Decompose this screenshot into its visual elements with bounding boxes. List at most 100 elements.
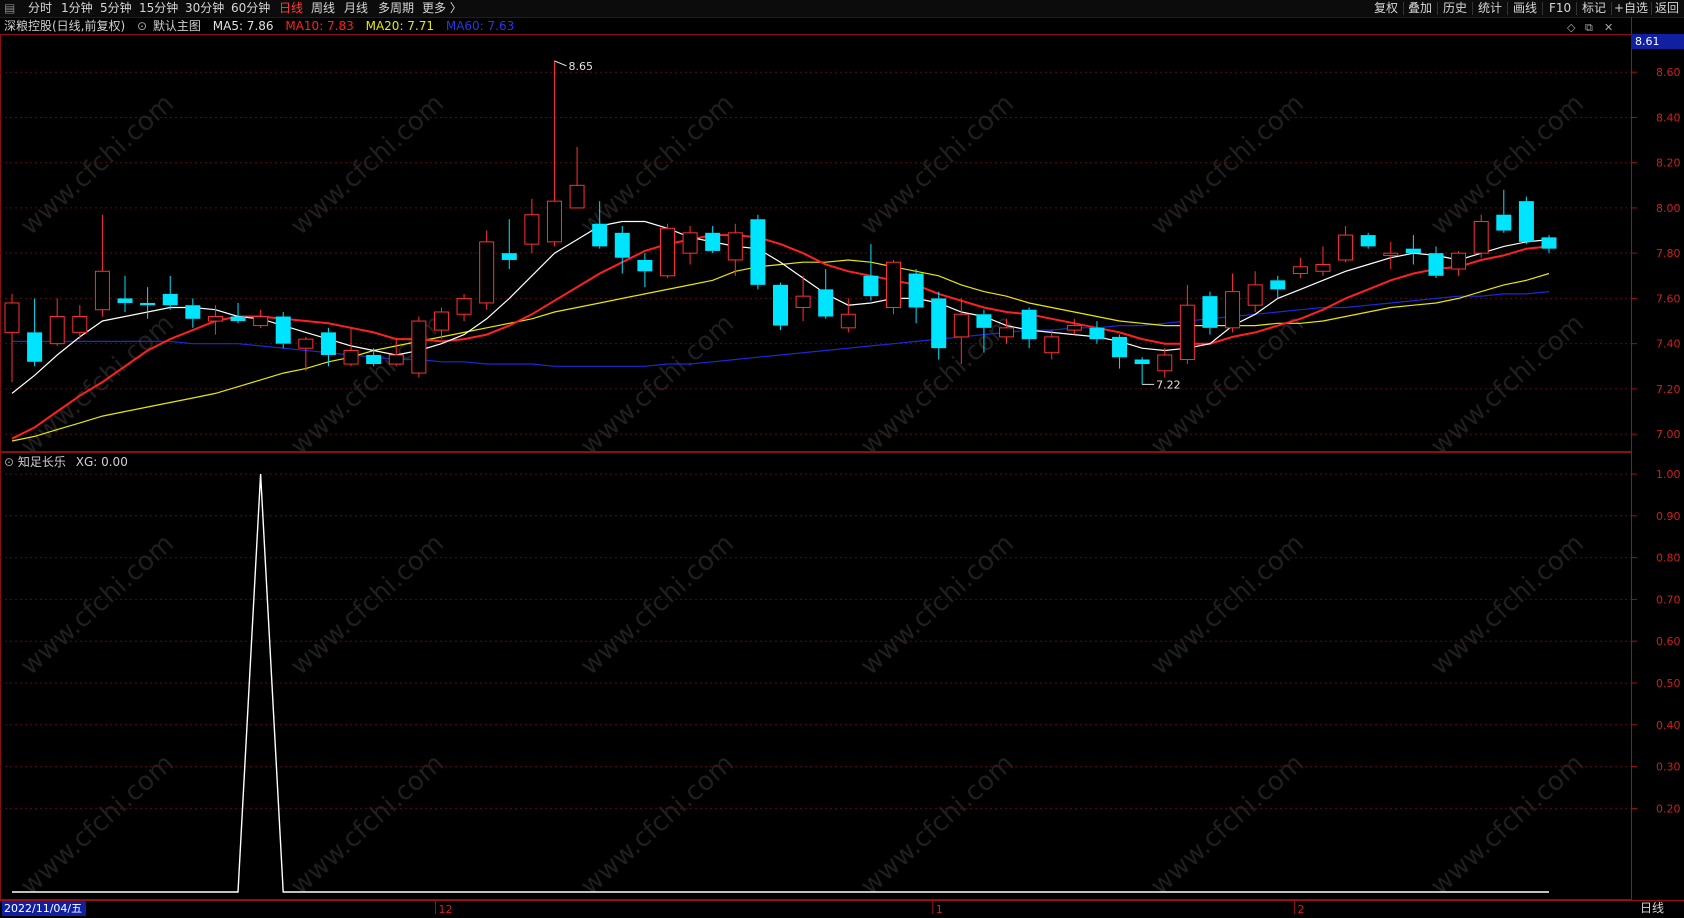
candle (1405, 235, 1421, 265)
close-icon[interactable]: ✕ (1604, 21, 1613, 34)
candle-body-up (1315, 263, 1331, 272)
candle (614, 226, 630, 274)
candle-body-up (546, 200, 562, 243)
candle-body-up (456, 297, 472, 315)
candle-body-down (931, 298, 947, 349)
candle-body-down (1202, 296, 1218, 328)
main-tick-label: 8.60 (1656, 66, 1681, 79)
candle (1044, 330, 1060, 360)
candle (1428, 246, 1444, 279)
candle-body-up (795, 295, 811, 308)
candle-body-down (1496, 214, 1512, 231)
candle (1518, 196, 1534, 245)
candle-body-up (1451, 252, 1467, 270)
candle-body-up (1044, 336, 1060, 354)
candle (1179, 284, 1195, 365)
candle (162, 275, 178, 310)
candle-body-down (614, 232, 630, 258)
candle (1089, 321, 1105, 344)
candle-body-up (1179, 304, 1195, 361)
candle (773, 282, 788, 331)
candle-body-down (1134, 359, 1150, 365)
candle (1541, 235, 1557, 254)
sub-tick-label: 1.00 (1656, 468, 1681, 481)
main-tick-label: 7.80 (1656, 247, 1681, 260)
main-tick-label: 7.00 (1656, 428, 1681, 441)
candle-body-down (1360, 235, 1376, 247)
candle-body-down (366, 354, 382, 365)
candle-body-up (411, 320, 427, 374)
candle-body-down (162, 293, 178, 306)
candle (637, 253, 653, 288)
candle-body-down (140, 302, 156, 306)
candle-body-up (1338, 234, 1354, 261)
candle-body-down (750, 219, 766, 285)
candle (682, 226, 698, 265)
collapse-icon[interactable]: ◇ (1567, 21, 1576, 34)
candle-body-up (72, 316, 88, 333)
sub-tick-label: 0.20 (1656, 802, 1681, 815)
candle-body-down (637, 259, 653, 272)
main-grid: 7.00 7.20 7.40 7.60 7.80 8.00 8.20 8.40 8.60 (0, 66, 1681, 441)
candle-body-up (659, 227, 675, 277)
candle (659, 223, 675, 279)
candle (366, 348, 382, 367)
candle-body-down (185, 305, 201, 319)
candle (1021, 307, 1037, 349)
cursor-date-tag: 2022/11/04/五 (2, 901, 86, 916)
candle-body-down (501, 253, 517, 260)
candle-body-up (94, 270, 110, 311)
candle (1338, 226, 1354, 263)
candle-body-up (999, 327, 1015, 338)
sub-tick-label: 0.50 (1656, 677, 1681, 690)
candle (569, 146, 585, 209)
candle-body-up (1383, 252, 1399, 256)
candle (953, 298, 969, 365)
main-tick-label: 8.40 (1656, 111, 1681, 124)
candle (863, 244, 879, 301)
candle-body-up (569, 184, 585, 209)
candle-body-down (976, 314, 992, 328)
annotations: 8.65 7.22 (554, 60, 1181, 391)
candle-body-up (886, 261, 902, 308)
candle-body-down (1021, 309, 1037, 340)
window-icon[interactable]: ⧉ (1585, 21, 1593, 34)
candle (1157, 348, 1173, 378)
candle (501, 219, 517, 270)
candle (931, 291, 947, 360)
candle (433, 307, 449, 340)
x-tick-label: 1 (936, 903, 943, 916)
stock-chart-canvas[interactable]: 7.00 7.20 7.40 7.60 7.80 8.00 8.20 8.40 8.60 0.2… (0, 0, 1684, 918)
sub-chart-frame (0, 452, 1632, 900)
sub-tick-label: 0.80 (1656, 552, 1681, 565)
main-tick-label: 7.40 (1656, 338, 1681, 351)
sub-tick-label: 0.60 (1656, 635, 1681, 648)
candle (411, 316, 427, 378)
candle (185, 298, 201, 328)
sub-tick-label: 0.30 (1656, 761, 1681, 774)
high-marker-line (554, 60, 567, 67)
candle (840, 298, 856, 333)
candle (886, 259, 902, 315)
candle-body-up (1157, 354, 1173, 372)
candle (140, 287, 156, 319)
candle (750, 214, 766, 290)
candle-body-up (727, 232, 743, 261)
candle (1496, 189, 1512, 233)
x-axis: 12 1 2 (434, 900, 1304, 916)
candle-body-up (343, 349, 359, 365)
candle (976, 309, 992, 353)
candle-body-down (705, 232, 721, 251)
candle (230, 302, 246, 324)
candle (479, 230, 495, 310)
candles (4, 60, 1557, 385)
candle-body-up (1225, 291, 1241, 329)
low-price-label: 7.22 (1156, 378, 1181, 391)
candle-body-up (479, 241, 495, 304)
candle (275, 312, 291, 349)
sub-tick-label: 0.90 (1656, 510, 1681, 523)
candle (1270, 275, 1286, 299)
candle-body-down (27, 332, 43, 362)
current-price-tag: 8.61 (1631, 34, 1684, 49)
candle (1225, 273, 1241, 333)
